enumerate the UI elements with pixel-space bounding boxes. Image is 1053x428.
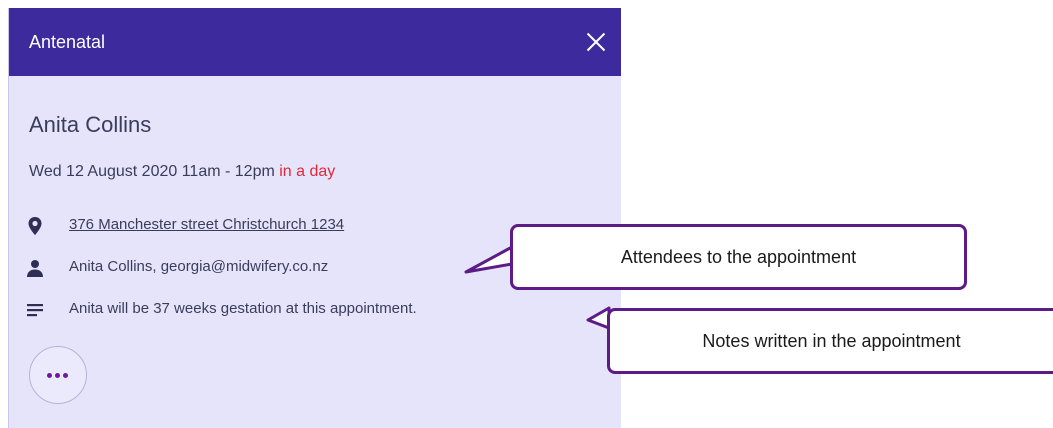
attendees-callout: Attendees to the appointment: [510, 224, 967, 290]
notes-callout: Notes written in the appointment: [607, 308, 1053, 374]
